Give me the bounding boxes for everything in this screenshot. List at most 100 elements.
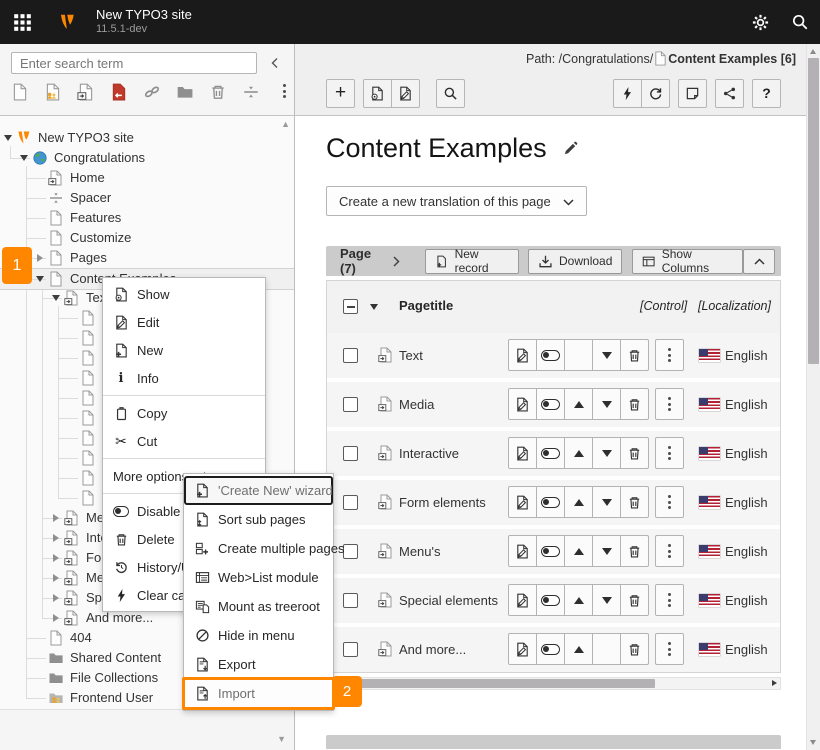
row-checkbox[interactable] [343, 544, 358, 559]
tree-item-home[interactable]: Home [0, 168, 294, 188]
hide-record-button[interactable] [536, 437, 565, 469]
selection-dropdown-caret[interactable] [370, 304, 378, 310]
tree-item-congratulations[interactable]: Congratulations [0, 148, 294, 168]
hide-record-button[interactable] [536, 584, 565, 616]
scrollbar-thumb[interactable] [808, 58, 819, 364]
move-down-button[interactable] [592, 486, 621, 518]
section-link-chevron[interactable] [393, 256, 400, 267]
edit-page-button[interactable] [391, 79, 420, 108]
module-menu-button[interactable] [0, 0, 44, 44]
hide-record-button[interactable] [536, 633, 565, 665]
delete-record-button[interactable] [620, 388, 649, 420]
clear-cache-button[interactable] [613, 79, 642, 108]
tree-expander-open[interactable] [18, 148, 30, 168]
tree-item-pages[interactable]: Pages [0, 248, 294, 268]
more-actions-button[interactable] [655, 584, 684, 616]
hide-record-button[interactable] [536, 388, 565, 420]
more-actions-button[interactable] [655, 388, 684, 420]
share-button[interactable] [715, 79, 744, 108]
tree-tool-page-link[interactable] [142, 82, 162, 102]
tree-tool-spacer[interactable] [241, 82, 261, 102]
row-checkbox[interactable] [343, 397, 358, 412]
download-button[interactable]: Download [528, 249, 622, 274]
context-menu-item-edit[interactable]: Edit [103, 308, 265, 336]
move-up-button[interactable] [564, 535, 593, 567]
edit-record-button[interactable] [508, 437, 537, 469]
submenu-item-import[interactable]: Import [184, 679, 333, 708]
move-up-button[interactable] [564, 584, 593, 616]
tree-search-input[interactable] [11, 52, 257, 74]
delete-record-button[interactable] [620, 584, 649, 616]
tree-tool-new-page[interactable] [10, 82, 30, 102]
move-up-button[interactable] [564, 437, 593, 469]
submenu-item-create-multiple-pages[interactable]: Create multiple pages [184, 534, 333, 563]
more-actions-button[interactable] [655, 633, 684, 665]
hide-record-button[interactable] [536, 535, 565, 567]
more-actions-button[interactable] [655, 339, 684, 371]
move-down-button[interactable] [592, 535, 621, 567]
tree-expander-open[interactable] [2, 128, 14, 148]
tree-expander-closed[interactable] [50, 568, 62, 588]
tree-tool-recycler[interactable] [208, 82, 228, 102]
hide-record-button[interactable] [536, 486, 565, 518]
delete-record-button[interactable] [620, 339, 649, 371]
vertical-scrollbar[interactable] [806, 44, 820, 750]
delete-record-button[interactable] [620, 437, 649, 469]
move-up-button[interactable] [564, 633, 593, 665]
move-down-button[interactable] [592, 388, 621, 420]
tree-expander-closed[interactable] [50, 608, 62, 628]
submenu-item-export[interactable]: Export [184, 650, 333, 679]
shortcut-note-button[interactable] [678, 79, 707, 108]
row-checkbox[interactable] [343, 593, 358, 608]
edit-record-button[interactable] [508, 388, 537, 420]
tree-expander-closed[interactable] [50, 588, 62, 608]
tree-scroll-up-icon[interactable]: ▲ [281, 120, 290, 129]
submenu-item-sort-sub-pages[interactable]: Sort sub pages [184, 505, 333, 534]
edit-record-button[interactable] [508, 535, 537, 567]
more-actions-button[interactable] [655, 535, 684, 567]
tree-toolbar-more-button[interactable] [283, 84, 286, 98]
edit-title-button[interactable] [563, 141, 578, 156]
row-checkbox[interactable] [343, 348, 358, 363]
new-content-button[interactable]: + [326, 79, 355, 108]
row-checkbox[interactable] [343, 495, 358, 510]
move-up-button[interactable] [564, 388, 593, 420]
collapse-table-button[interactable] [743, 249, 775, 274]
edit-record-button[interactable] [508, 584, 537, 616]
tree-expander-closed[interactable] [50, 528, 62, 548]
search-record-button[interactable] [436, 79, 465, 108]
scroll-right-icon[interactable] [772, 680, 777, 686]
reload-button[interactable] [641, 79, 670, 108]
select-all-checkbox[interactable] [343, 299, 358, 314]
tree-tool-folder[interactable] [175, 82, 195, 102]
row-checkbox[interactable] [343, 642, 358, 657]
submenu-item-hide-in-menu[interactable]: Hide in menu [184, 621, 333, 650]
move-down-button[interactable] [592, 584, 621, 616]
more-actions-button[interactable] [655, 437, 684, 469]
context-menu-item-show[interactable]: Show [103, 280, 265, 308]
tree-expander-open[interactable] [50, 288, 62, 308]
new-record-button[interactable]: New record [425, 249, 519, 274]
collapse-tree-button[interactable] [266, 54, 284, 72]
context-menu-item-new[interactable]: New [103, 336, 265, 364]
scrollbar-thumb[interactable] [329, 679, 655, 688]
tree-expander-closed[interactable] [50, 548, 62, 568]
submenu-item--create-new-wizard[interactable]: 'Create New' wizard [184, 476, 333, 505]
tree-tool-page-mountpoint[interactable] [109, 82, 129, 102]
show-columns-button[interactable]: Show Columns [632, 249, 743, 274]
settings-button[interactable] [740, 0, 780, 44]
submenu-item-web-list-module[interactable]: Web>List module [184, 563, 333, 592]
tree-scroll-down-icon[interactable]: ▼ [277, 735, 286, 744]
edit-record-button[interactable] [508, 486, 537, 518]
delete-record-button[interactable] [620, 535, 649, 567]
tree-tool-page-shortcut[interactable] [76, 82, 96, 102]
horizontal-scrollbar[interactable] [326, 677, 781, 690]
context-menu-item-info[interactable]: iInfo [103, 364, 265, 392]
edit-record-button[interactable] [508, 633, 537, 665]
tree-item-features[interactable]: Features [0, 208, 294, 228]
create-translation-dropdown[interactable]: Create a new translation of this page [326, 186, 587, 216]
move-down-button[interactable] [592, 437, 621, 469]
tree-expander-closed[interactable] [50, 508, 62, 528]
tree-item-customize[interactable]: Customize [0, 228, 294, 248]
row-checkbox[interactable] [343, 446, 358, 461]
